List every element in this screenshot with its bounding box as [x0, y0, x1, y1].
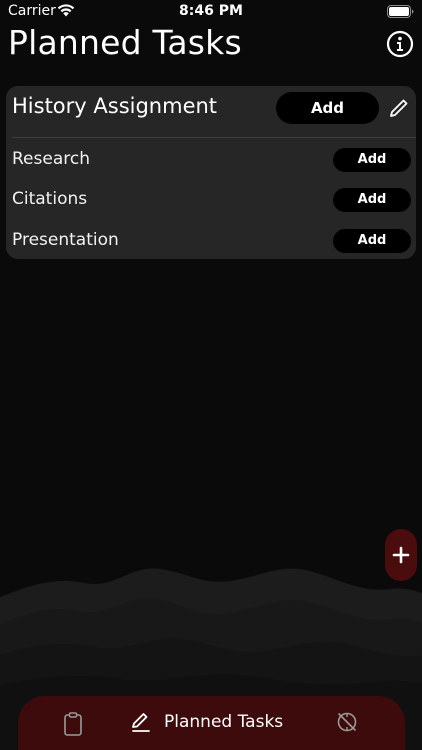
subtask-row: Citations Add: [6, 186, 416, 216]
add-subtask-button[interactable]: Add: [333, 229, 411, 253]
add-task-button[interactable]: Add: [276, 92, 379, 124]
status-bar: Carrier 8:46 PM: [0, 0, 422, 24]
pencil-line-icon: [132, 713, 150, 732]
subtask-row: Research Add: [6, 146, 416, 176]
info-circle-icon[interactable]: [386, 30, 414, 58]
page-title: Planned Tasks: [8, 23, 242, 62]
subtask-label: Presentation: [12, 230, 119, 250]
pencil-icon[interactable]: [388, 97, 410, 119]
add-subtask-button[interactable]: Add: [333, 188, 411, 212]
task-card: History Assignment Add Research Add Cita…: [6, 86, 416, 259]
tab-planned-tasks[interactable]: Planned Tasks: [130, 709, 310, 737]
clipboard-icon[interactable]: [64, 712, 82, 736]
add-subtask-button[interactable]: Add: [333, 148, 411, 172]
subtask-row: Presentation Add: [6, 227, 416, 257]
plus-icon[interactable]: [385, 529, 417, 581]
battery-icon: [387, 5, 414, 18]
status-time: 8:46 PM: [179, 3, 243, 19]
task-title: History Assignment: [12, 94, 218, 118]
stats-icon[interactable]: [336, 711, 358, 733]
divider: [12, 137, 416, 138]
subtask-label: Research: [12, 149, 90, 169]
task-card-header: History Assignment Add: [6, 86, 416, 132]
subtask-label: Citations: [12, 189, 88, 209]
tab-bar: Planned Tasks: [18, 696, 405, 750]
tab-label: Planned Tasks: [164, 712, 284, 732]
